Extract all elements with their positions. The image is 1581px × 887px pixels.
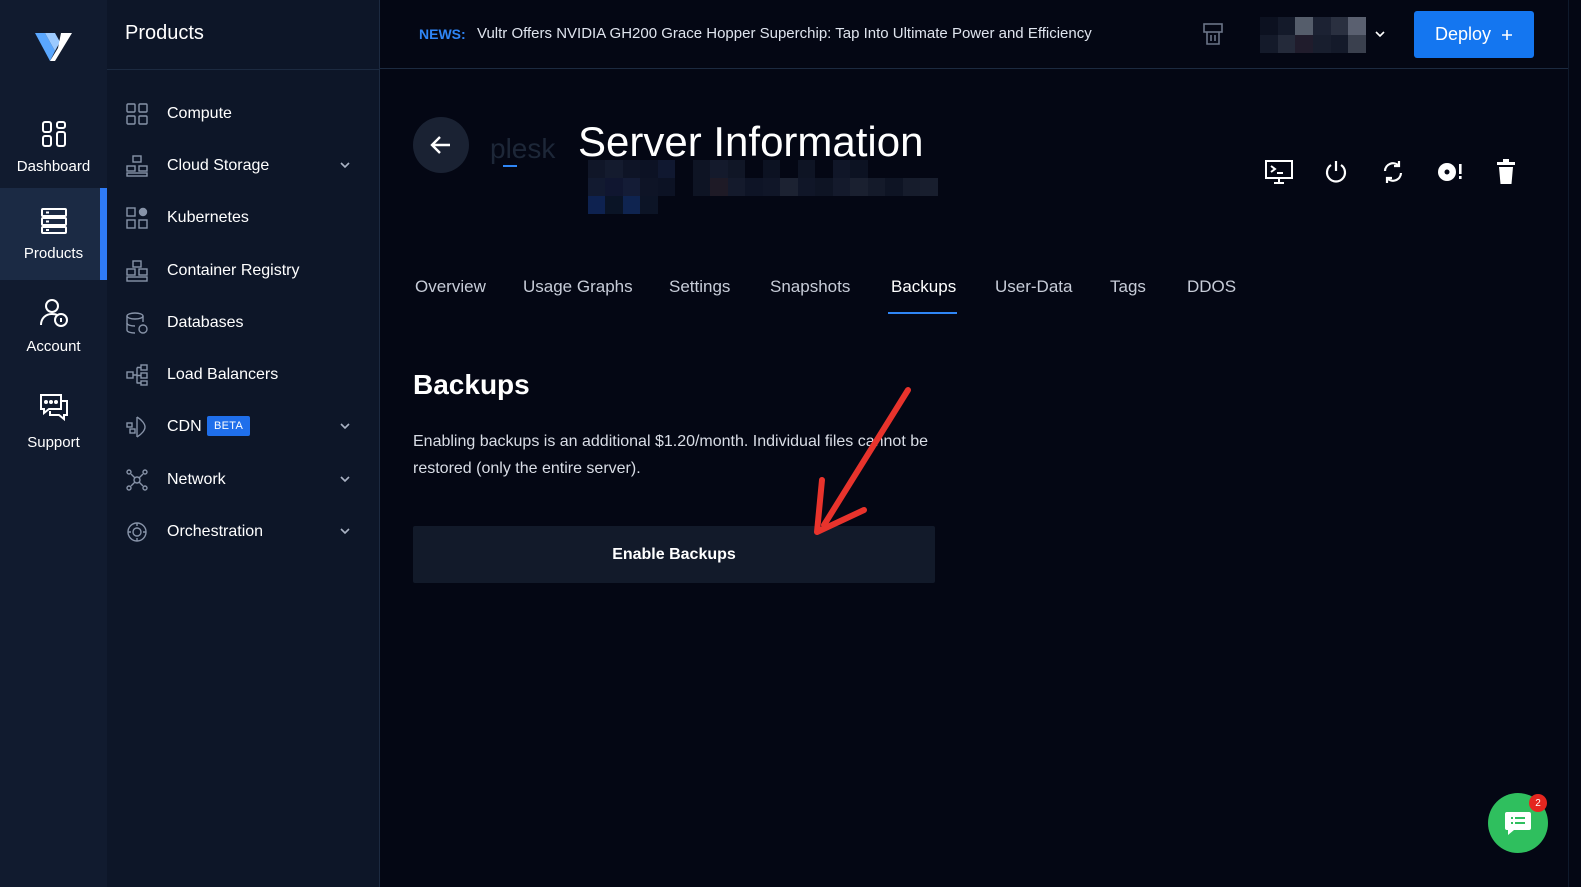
nav-label: Compute (167, 105, 232, 122)
deploy-label: Deploy (1434, 24, 1492, 44)
news-link[interactable]: Vultr Offers NVIDIA GH200 Grace Hopper S… (477, 25, 1092, 42)
rail-label: Products (23, 244, 84, 262)
compute-icon (126, 103, 148, 125)
chat-icon (1505, 812, 1531, 835)
label-underline (503, 165, 517, 167)
nav-label: CDN (167, 418, 202, 435)
nav-item-databases[interactable]: Databases (107, 297, 380, 349)
reinstall-icon[interactable] (1435, 157, 1465, 187)
tab-overview[interactable]: Overview (415, 277, 486, 297)
nav-label: Kubernetes (167, 209, 249, 226)
notification-badge: 2 (1529, 794, 1547, 812)
panel-title: Products (125, 22, 204, 44)
container-registry-icon (126, 260, 148, 282)
rail-label: Account (26, 337, 81, 355)
nav-label: Cloud Storage (167, 157, 270, 174)
chevron-down-icon[interactable] (339, 525, 351, 537)
vending-icon[interactable] (1202, 22, 1224, 46)
nav-label: Load Balancers (167, 366, 279, 383)
news-tag: NEWS: (419, 26, 466, 42)
nav-label: Orchestration (167, 523, 264, 540)
active-tab-indicator (888, 312, 957, 314)
server-stack-icon (40, 207, 67, 234)
section-title: Backups (413, 369, 530, 400)
tab-backups[interactable]: Backups (891, 277, 956, 297)
arrow-left-icon (430, 136, 450, 154)
tab-settings[interactable]: Settings (669, 277, 730, 297)
redacted-hostname (570, 160, 938, 214)
trash-icon[interactable] (1491, 157, 1521, 187)
divider (107, 69, 380, 70)
user-lock-icon (39, 298, 68, 327)
nav-item-cdn[interactable]: CDN BETA (107, 401, 380, 453)
chat-bubbles-icon (39, 393, 68, 421)
page-title: Server Information (578, 118, 924, 165)
plus-icon (1502, 29, 1513, 40)
nav-label: Network (167, 471, 226, 488)
nav-label: Databases (167, 314, 244, 331)
nav-label: Container Registry (167, 262, 300, 279)
account-menu[interactable] (1260, 17, 1366, 53)
database-icon (126, 312, 148, 334)
nav-item-container-registry[interactable]: Container Registry (107, 245, 380, 297)
chevron-down-icon[interactable] (339, 420, 351, 432)
rail-label: Support (27, 433, 80, 451)
nav-item-kubernetes[interactable]: Kubernetes (107, 192, 380, 244)
icon-rail: Dashboard Products Account Support (0, 0, 107, 887)
top-bar: NEWS: Vultr Offers NVIDIA GH200 Grace Ho… (380, 0, 1581, 69)
restart-icon[interactable] (1378, 157, 1408, 187)
console-icon[interactable] (1264, 157, 1294, 187)
vultr-logo[interactable] (0, 22, 107, 72)
tab-usage-graphs[interactable]: Usage Graphs (523, 277, 633, 297)
beta-badge: BETA (207, 416, 251, 436)
deploy-button[interactable]: Deploy (1414, 11, 1534, 58)
chevron-down-icon[interactable] (1374, 28, 1386, 40)
kubernetes-icon (126, 207, 148, 229)
tab-ddos[interactable]: DDOS (1187, 277, 1236, 297)
rail-item-support[interactable]: Support (0, 375, 107, 467)
products-panel: Products Compute Cloud Storage Kubernete… (107, 0, 380, 887)
cloud-storage-icon (126, 155, 148, 177)
nav-item-load-balancers[interactable]: Load Balancers (107, 349, 380, 401)
orchestration-icon (127, 522, 147, 542)
tab-tags[interactable]: Tags (1110, 277, 1146, 297)
rail-label: Dashboard (16, 157, 91, 175)
annotation-arrow-icon (814, 387, 911, 535)
back-button[interactable] (413, 117, 469, 173)
chevron-down-icon[interactable] (339, 159, 351, 171)
tab-user-data[interactable]: User-Data (995, 277, 1072, 297)
rail-item-products[interactable]: Products (0, 188, 107, 280)
nav-item-compute[interactable]: Compute (107, 88, 380, 140)
nav-item-orchestration[interactable]: Orchestration (107, 506, 380, 558)
rail-item-dashboard[interactable]: Dashboard (0, 101, 107, 193)
network-icon (126, 469, 148, 491)
nav-item-network[interactable]: Network (107, 454, 380, 506)
load-balancer-icon (126, 364, 148, 386)
cdn-icon (126, 416, 146, 438)
nav-item-cloud-storage[interactable]: Cloud Storage (107, 140, 380, 192)
server-label: plesk (490, 133, 556, 164)
scrollbar[interactable] (1568, 0, 1581, 887)
tab-snapshots[interactable]: Snapshots (770, 277, 850, 297)
power-icon[interactable] (1321, 157, 1351, 187)
rail-item-account[interactable]: Account (0, 280, 107, 372)
chevron-down-icon[interactable] (339, 473, 351, 485)
grid-icon (41, 120, 66, 147)
